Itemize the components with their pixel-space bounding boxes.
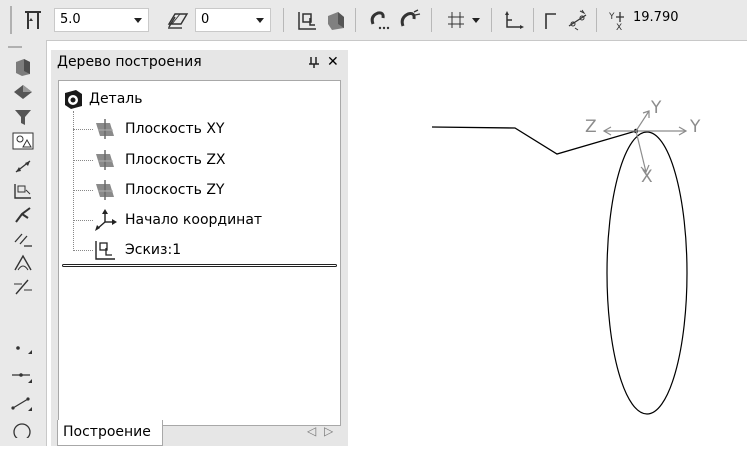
toolbar-separator	[283, 8, 284, 32]
part-icon	[62, 88, 86, 112]
point-icon[interactable]	[10, 336, 36, 358]
pin-icon[interactable]	[308, 50, 320, 78]
grid-icon[interactable]	[444, 8, 468, 32]
cursor-coordinates-icon: Y X	[606, 8, 630, 33]
segment-icon[interactable]	[10, 392, 36, 414]
tree-connector	[73, 129, 93, 130]
axis-label-y-right: Y	[689, 117, 701, 137]
left-toolbar	[0, 40, 47, 446]
dimension-icon[interactable]	[10, 156, 36, 178]
tab-scroll-left-icon[interactable]: ◁	[307, 424, 316, 438]
toolbar-separator	[431, 8, 432, 32]
toolbar-separator	[491, 8, 492, 32]
axis-label-z: Z	[585, 117, 597, 137]
tree-item-plane-zx[interactable]: Плоскость ZX	[125, 148, 226, 172]
tree-item-label: Плоскость XY	[125, 121, 225, 137]
layer-value: 0	[201, 12, 210, 27]
coordinate-readout: 19.790	[633, 10, 679, 25]
tree-connector	[73, 220, 93, 221]
tree-item-label: Плоскость ZX	[125, 152, 226, 168]
chevron-down-icon	[256, 18, 264, 23]
svg-text:X: X	[616, 23, 622, 32]
solid-part-icon[interactable]	[324, 8, 348, 32]
angle-icon[interactable]	[10, 252, 36, 274]
parameters-icon[interactable]	[10, 276, 36, 298]
tree-item-label: Деталь	[89, 91, 143, 107]
tree-item-sketch[interactable]: Эскиз:1	[125, 238, 181, 262]
tree-item-plane-xy[interactable]: Плоскость XY	[125, 117, 224, 141]
drawing-canvas[interactable]: Z Y Y X	[349, 41, 747, 446]
tree-connector	[73, 250, 93, 251]
tree-connector	[73, 160, 93, 161]
snap-local-icon[interactable]	[368, 8, 392, 32]
panel-tab-strip: Построение ◁ ▷	[51, 420, 348, 446]
solid-view-icon[interactable]	[10, 56, 36, 78]
toolbar-separator	[533, 8, 534, 32]
tree-end-marker	[62, 264, 337, 267]
local-cs-icon[interactable]	[502, 8, 526, 32]
tree-item-origin[interactable]: Начало координат	[125, 208, 262, 232]
chevron-down-icon	[134, 18, 142, 23]
close-icon[interactable]: ✕	[327, 50, 339, 74]
tree-item-plane-zy[interactable]: Плоскость ZY	[125, 178, 224, 202]
panel-title: Дерево построения	[57, 54, 202, 70]
filter-icon[interactable]	[10, 106, 36, 128]
tree-item-label: Начало координат	[125, 212, 263, 228]
plane-icon	[93, 117, 117, 141]
plane-icon	[93, 148, 117, 172]
toolbar-separator	[596, 8, 597, 32]
toolbar-separator	[355, 8, 356, 32]
sketch-icon[interactable]	[10, 180, 36, 202]
extrude-icon[interactable]	[10, 82, 36, 104]
circle-icon[interactable]	[10, 416, 36, 441]
tree-connector	[73, 190, 93, 191]
sketch-graphics: Z Y Y X	[431, 98, 701, 415]
toolbar-grip[interactable]	[10, 6, 12, 34]
snap-global-icon[interactable]	[398, 8, 422, 32]
tree-item-label: Эскиз:1	[125, 242, 182, 258]
line-width-value: 5.0	[60, 12, 81, 27]
top-toolbar: 5.0 0 Y X 19.790	[0, 0, 747, 41]
toolbar-grip[interactable]	[8, 46, 22, 48]
axis-triad	[602, 110, 688, 174]
tree-item-part[interactable]: Деталь	[89, 87, 142, 111]
origin-icon	[93, 208, 117, 232]
axis-label-y-upper: Y	[650, 98, 662, 118]
panel-header[interactable]: Дерево построения ✕	[51, 50, 348, 74]
ortho-mode-icon[interactable]	[540, 8, 564, 32]
line-width-icon[interactable]	[21, 8, 45, 32]
operation-icon[interactable]	[10, 204, 36, 226]
layer-icon[interactable]	[166, 8, 190, 32]
tree-view[interactable]: Деталь Плоскость XY Плоскость ZX Плоскос…	[58, 80, 341, 426]
parametric-mode-icon[interactable]	[566, 8, 590, 32]
tree-item-label: Плоскость ZY	[125, 182, 225, 198]
svg-text:Y: Y	[608, 12, 615, 22]
tab-scroll-right-icon[interactable]: ▷	[324, 424, 333, 438]
constraint-icon[interactable]	[10, 228, 36, 250]
grid-dropdown-arrow[interactable]	[472, 18, 480, 23]
measure-icon[interactable]	[10, 130, 36, 152]
tab-construction[interactable]: Построение	[57, 420, 163, 446]
build-tree-panel: Дерево построения ✕ Деталь Плоскость XY …	[51, 50, 348, 446]
sketch-mode-icon[interactable]	[296, 8, 320, 32]
layer-select[interactable]: 0	[195, 8, 271, 32]
plane-icon	[93, 178, 117, 202]
axis-label-x: X	[641, 167, 653, 187]
line-icon[interactable]	[10, 364, 36, 386]
line-width-select[interactable]: 5.0	[54, 8, 149, 32]
tree-connector	[73, 111, 74, 251]
sketch-icon	[93, 238, 117, 262]
tab-label: Построение	[63, 424, 151, 440]
